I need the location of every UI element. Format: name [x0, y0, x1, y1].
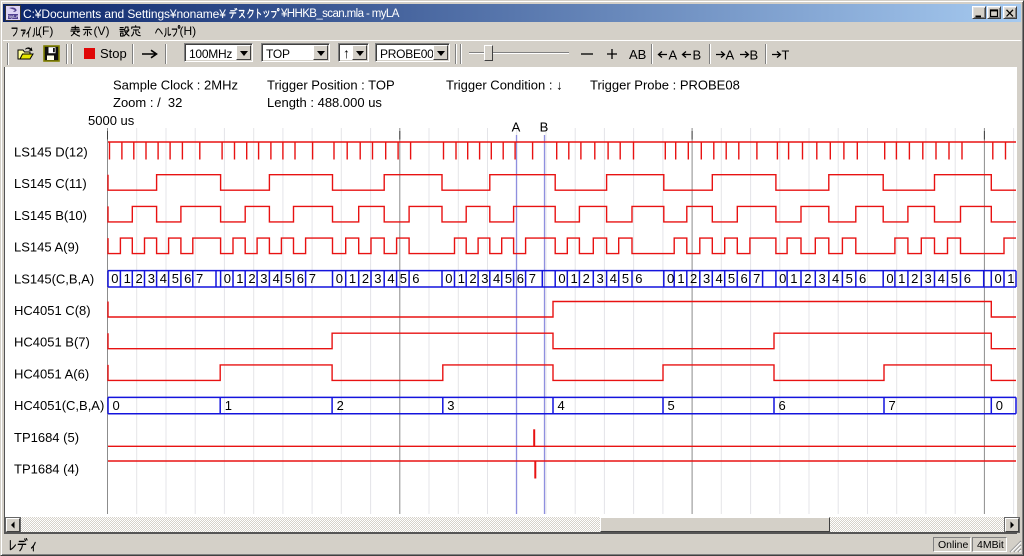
svg-text:7: 7	[309, 271, 316, 286]
svg-text:0: 0	[113, 398, 120, 413]
svg-text:1: 1	[124, 271, 131, 286]
svg-text:TP1684 (4): TP1684 (4)	[14, 462, 79, 477]
svg-text:2: 2	[136, 271, 143, 286]
svg-text:Length : 488.000 us: Length : 488.000 us	[267, 95, 382, 110]
svg-text:4: 4	[160, 271, 167, 286]
svg-text:2: 2	[804, 271, 811, 286]
svg-text:0: 0	[779, 271, 786, 286]
svg-text:A: A	[669, 48, 678, 62]
svg-text:7: 7	[753, 271, 760, 286]
svg-text:2: 2	[362, 271, 369, 286]
svg-text:Trigger Probe : PROBE08: Trigger Probe : PROBE08	[590, 78, 740, 93]
svg-text:3: 3	[447, 398, 454, 413]
svg-text:TP1684 (5): TP1684 (5)	[14, 430, 79, 445]
svg-text:3: 3	[481, 271, 488, 286]
svg-text:3: 3	[374, 271, 381, 286]
svg-text:4: 4	[610, 271, 617, 286]
svg-text:5: 5	[846, 271, 853, 286]
svg-text:Trigger Condition : ↓: Trigger Condition : ↓	[446, 78, 563, 93]
svg-text:2: 2	[583, 271, 590, 286]
svg-text:6: 6	[964, 271, 971, 286]
svg-text:HC4051 C(8): HC4051 C(8)	[14, 303, 91, 318]
svg-text:5000 us: 5000 us	[88, 113, 135, 128]
svg-text:2: 2	[469, 271, 476, 286]
svg-text:4: 4	[493, 271, 500, 286]
svg-text:4: 4	[716, 271, 723, 286]
svg-text:LS145 B(10): LS145 B(10)	[14, 208, 87, 223]
svg-text:2: 2	[911, 271, 918, 286]
svg-text:5: 5	[951, 271, 958, 286]
svg-text:4: 4	[832, 271, 839, 286]
svg-text:Zoom : / 32: Zoom : / 32	[113, 95, 182, 110]
svg-text:5: 5	[668, 398, 675, 413]
svg-text:3: 3	[260, 271, 267, 286]
svg-text:B: B	[750, 48, 759, 62]
svg-text:6: 6	[297, 271, 304, 286]
svg-text:1: 1	[349, 271, 356, 286]
svg-text:1: 1	[458, 271, 465, 286]
svg-text:1: 1	[898, 271, 905, 286]
svg-text:7: 7	[529, 271, 536, 286]
svg-text:myLA: myLA	[7, 14, 19, 19]
svg-text:2: 2	[248, 271, 255, 286]
svg-text:A: A	[726, 48, 735, 62]
svg-text:1: 1	[790, 271, 797, 286]
svg-text:A: A	[512, 120, 521, 135]
svg-text:5: 5	[400, 271, 407, 286]
svg-text:Sample Clock : 2MHz: Sample Clock : 2MHz	[113, 78, 238, 93]
svg-text:6: 6	[859, 271, 866, 286]
svg-text:0: 0	[667, 271, 674, 286]
svg-text:HC4051 B(7): HC4051 B(7)	[14, 335, 90, 350]
svg-text:2: 2	[337, 398, 344, 413]
svg-text:HC4051 A(6): HC4051 A(6)	[14, 366, 89, 381]
svg-text:3: 3	[925, 271, 932, 286]
svg-text:6: 6	[184, 271, 191, 286]
svg-text:0: 0	[558, 271, 565, 286]
svg-text:4: 4	[938, 271, 945, 286]
svg-text:3: 3	[148, 271, 155, 286]
svg-text:T: T	[782, 48, 790, 62]
svg-text:1: 1	[571, 271, 578, 286]
svg-text:1: 1	[677, 271, 684, 286]
svg-text:AB: AB	[629, 47, 646, 61]
svg-text:1: 1	[225, 398, 232, 413]
svg-text:7: 7	[889, 398, 896, 413]
svg-text:6: 6	[741, 271, 748, 286]
svg-text:1: 1	[236, 271, 243, 286]
svg-text:6: 6	[517, 271, 524, 286]
svg-text:5: 5	[285, 271, 292, 286]
svg-text:HC4051(C,B,A): HC4051(C,B,A)	[14, 398, 104, 413]
svg-text:B: B	[540, 120, 549, 135]
svg-text:4: 4	[387, 271, 394, 286]
svg-text:6: 6	[412, 271, 419, 286]
svg-text:0: 0	[336, 271, 343, 286]
svg-text:5: 5	[505, 271, 512, 286]
svg-text:1: 1	[1007, 271, 1014, 286]
svg-text:0: 0	[111, 271, 118, 286]
svg-text:LS145 D(12): LS145 D(12)	[14, 145, 88, 160]
svg-text:0: 0	[995, 271, 1002, 286]
svg-text:B: B	[693, 48, 702, 62]
svg-text:3: 3	[819, 271, 826, 286]
svg-text:3: 3	[703, 271, 710, 286]
svg-text:LS145 C(11): LS145 C(11)	[14, 176, 87, 191]
svg-text:LS145(C,B,A): LS145(C,B,A)	[14, 271, 94, 286]
svg-text:0: 0	[886, 271, 893, 286]
svg-text:5: 5	[728, 271, 735, 286]
svg-text:LS145 A(9): LS145 A(9)	[14, 240, 79, 255]
svg-text:6: 6	[635, 271, 642, 286]
svg-text:4: 4	[273, 271, 280, 286]
svg-text:6: 6	[779, 398, 786, 413]
svg-text:Trigger Position : TOP: Trigger Position : TOP	[267, 78, 395, 93]
svg-text:5: 5	[622, 271, 629, 286]
svg-text:0: 0	[445, 271, 452, 286]
svg-text:4: 4	[558, 398, 565, 413]
svg-text:7: 7	[196, 271, 203, 286]
svg-text:0: 0	[224, 271, 231, 286]
svg-text:2: 2	[690, 271, 697, 286]
svg-text:5: 5	[172, 271, 179, 286]
svg-text:0: 0	[996, 398, 1003, 413]
svg-text:3: 3	[597, 271, 604, 286]
